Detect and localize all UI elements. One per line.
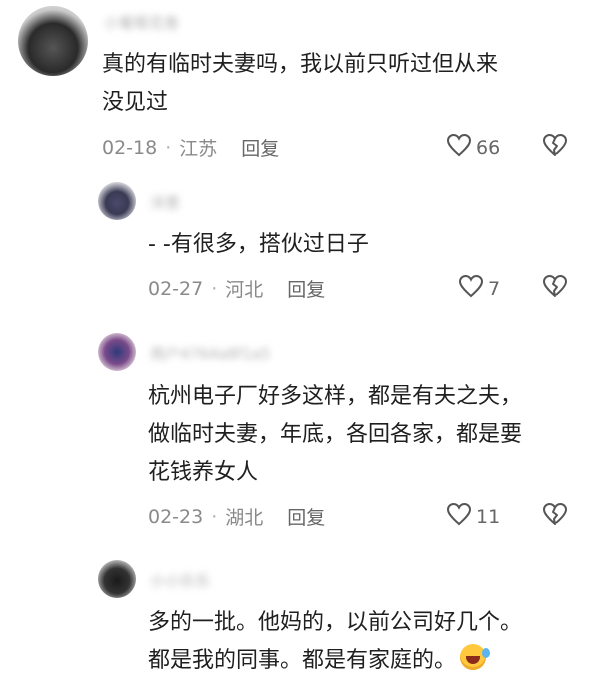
comment-text: 多的一批。他妈的，以前公司好几个。 都是我的同事。都是有家庭的。 [148, 604, 522, 680]
comment-location: 河北 [225, 279, 264, 301]
comment-date: 02-23 [148, 505, 204, 528]
like-button[interactable]: 7 [458, 274, 500, 303]
username[interactable]: 洋葱 [150, 192, 180, 213]
avatar[interactable] [18, 6, 88, 76]
comment-text-line: 没见过 [102, 90, 169, 115]
comment-text: - -有很多，搭伙过日子 [148, 226, 369, 264]
reply-button[interactable]: 回复 [241, 134, 279, 161]
heart-icon [446, 502, 472, 531]
comment-meta: 02-23 · 湖北 回复 [148, 503, 325, 530]
like-count: 7 [488, 277, 501, 300]
username[interactable]: 用户4764a8f1a5 [150, 343, 270, 364]
like-button[interactable]: 11 [446, 502, 500, 531]
comment-meta: 02-27 · 河北 回复 [148, 275, 325, 302]
broken-heart-icon [542, 134, 568, 161]
separator-dot: · [211, 277, 218, 300]
separator-dot: · [165, 136, 172, 159]
comment-meta: 02-18 · 江苏 回复 [102, 134, 279, 161]
separator-dot: · [211, 505, 218, 528]
like-count: 66 [476, 136, 501, 159]
comment-text-fragment: 都是我的同事。都是有家庭的。 [148, 648, 457, 673]
heart-icon [458, 274, 484, 303]
reply-button[interactable]: 回复 [287, 503, 325, 530]
reply-button[interactable]: 回复 [287, 275, 325, 302]
like-button[interactable]: 66 [446, 133, 500, 162]
broken-heart-icon [542, 503, 568, 530]
avatar[interactable] [98, 333, 136, 371]
dislike-button[interactable] [542, 133, 568, 161]
comment-text-line: 多的一批。他妈的，以前公司好几个。 [148, 610, 523, 635]
comment-date: 02-18 [102, 136, 158, 159]
comment-text-line: 做临时夫妻，年底，各回各家，都是要 [148, 422, 523, 447]
rofl-emoji-icon [460, 644, 491, 670]
avatar[interactable] [98, 560, 136, 598]
avatar[interactable] [98, 182, 136, 220]
comment-text-line: 真的有临时夫妻吗，我以前只听过但从来 [102, 52, 499, 77]
dislike-button[interactable] [542, 274, 568, 302]
comment-location: 湖北 [225, 507, 264, 529]
comment-text-line: 杭州电子厂好多这样，都是有夫之夫， [148, 384, 523, 409]
dislike-button[interactable] [542, 502, 568, 530]
comment-location: 江苏 [179, 138, 218, 160]
username[interactable]: 小葡萄花卷 [104, 12, 179, 33]
comment-text: 杭州电子厂好多这样，都是有夫之夫， 做临时夫妻，年底，各回各家，都是要 花钱养女… [148, 378, 522, 492]
broken-heart-icon [542, 275, 568, 302]
username[interactable]: 小小乐乐 [150, 570, 210, 591]
comment-text-line: 花钱养女人 [148, 460, 259, 485]
comment-text-line: - -有很多，搭伙过日子 [148, 232, 369, 257]
heart-icon [446, 133, 472, 162]
comment-date: 02-27 [148, 277, 204, 300]
comment-text: 真的有临时夫妻吗，我以前只听过但从来 没见过 [102, 46, 498, 122]
like-count: 11 [476, 505, 501, 528]
comment-text-line: 都是我的同事。都是有家庭的。 [148, 642, 522, 680]
